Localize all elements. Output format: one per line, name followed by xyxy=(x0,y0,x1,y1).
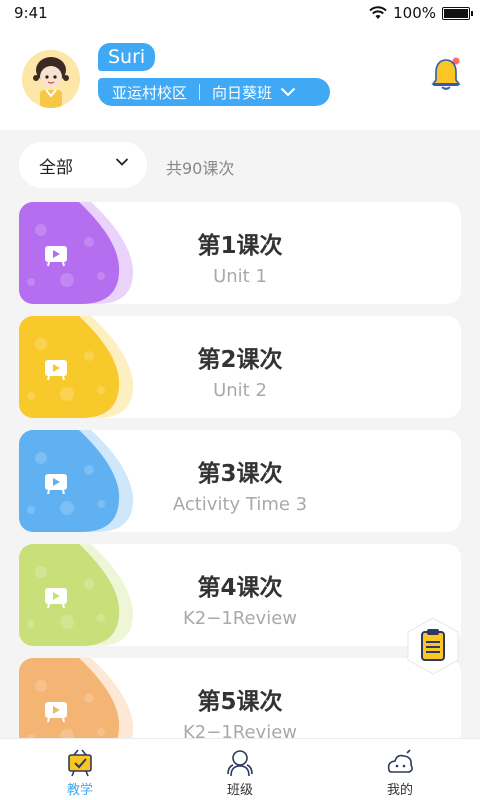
campus-label: 亚运村校区 xyxy=(112,83,188,102)
class-icon xyxy=(227,750,253,777)
chevron-down-icon xyxy=(280,87,296,97)
class-name-label: 向日葵班 xyxy=(212,83,273,102)
user-name-badge: Suri xyxy=(98,43,156,71)
battery-icon xyxy=(442,6,473,20)
user-header: Suri 亚运村校区 向日葵班 xyxy=(0,26,480,130)
class-divider xyxy=(199,84,201,100)
lesson-filter-dropdown[interactable]: 全部 xyxy=(19,142,147,188)
lesson-title: 第3课次 xyxy=(197,461,283,487)
lesson-title: 第5课次 xyxy=(197,689,283,715)
lesson-title: 第1课次 xyxy=(197,233,283,259)
tab-label: 教学 xyxy=(66,783,93,798)
wifi-icon xyxy=(369,6,387,19)
clipboard-button[interactable] xyxy=(404,616,462,676)
lesson-card-1[interactable]: 第1课次 Unit 1 xyxy=(19,202,461,304)
tab-class[interactable]: 班级 xyxy=(190,739,290,800)
lesson-title: 第4课次 xyxy=(197,575,283,601)
lesson-card-2[interactable]: 第2课次 Unit 2 xyxy=(19,316,461,418)
tab-profile[interactable]: 我的 xyxy=(350,739,450,800)
status-indicators: 100% xyxy=(369,4,473,22)
tab-label: 我的 xyxy=(386,783,413,798)
filter-selected-label: 全部 xyxy=(39,157,73,178)
bell-icon[interactable] xyxy=(430,56,462,92)
lesson-subtitle: Unit 1 xyxy=(213,266,267,287)
avatar[interactable] xyxy=(22,50,80,108)
class-selector[interactable]: 亚运村校区 向日葵班 xyxy=(98,78,330,106)
tab-teaching[interactable]: 教学 xyxy=(30,739,130,800)
lesson-list: 第1课次 Unit 1 第2课次 Unit 2 第3课次 Activity Ti… xyxy=(19,202,461,772)
avatar-illustration xyxy=(22,50,80,108)
profile-icon xyxy=(387,749,413,773)
bottom-tab-bar: 教学 班级 我的 xyxy=(0,738,480,800)
teaching-icon xyxy=(68,749,92,777)
lesson-subtitle: Activity Time 3 xyxy=(172,494,308,515)
lesson-subtitle: K2−1Review xyxy=(182,608,297,629)
tab-label: 班级 xyxy=(226,783,253,798)
status-time: 9:41 xyxy=(14,4,48,22)
lesson-count: 共90课次 xyxy=(166,159,235,178)
lesson-card-3[interactable]: 第3课次 Activity Time 3 xyxy=(19,430,461,532)
chevron-down-icon xyxy=(115,158,129,166)
lesson-subtitle: Unit 2 xyxy=(213,380,267,401)
lesson-title: 第2课次 xyxy=(197,347,283,373)
status-bar: 9:41 100% xyxy=(0,0,480,26)
lesson-card-4[interactable]: 第4课次 K2−1Review xyxy=(19,544,461,646)
battery-percent: 100% xyxy=(393,4,436,22)
